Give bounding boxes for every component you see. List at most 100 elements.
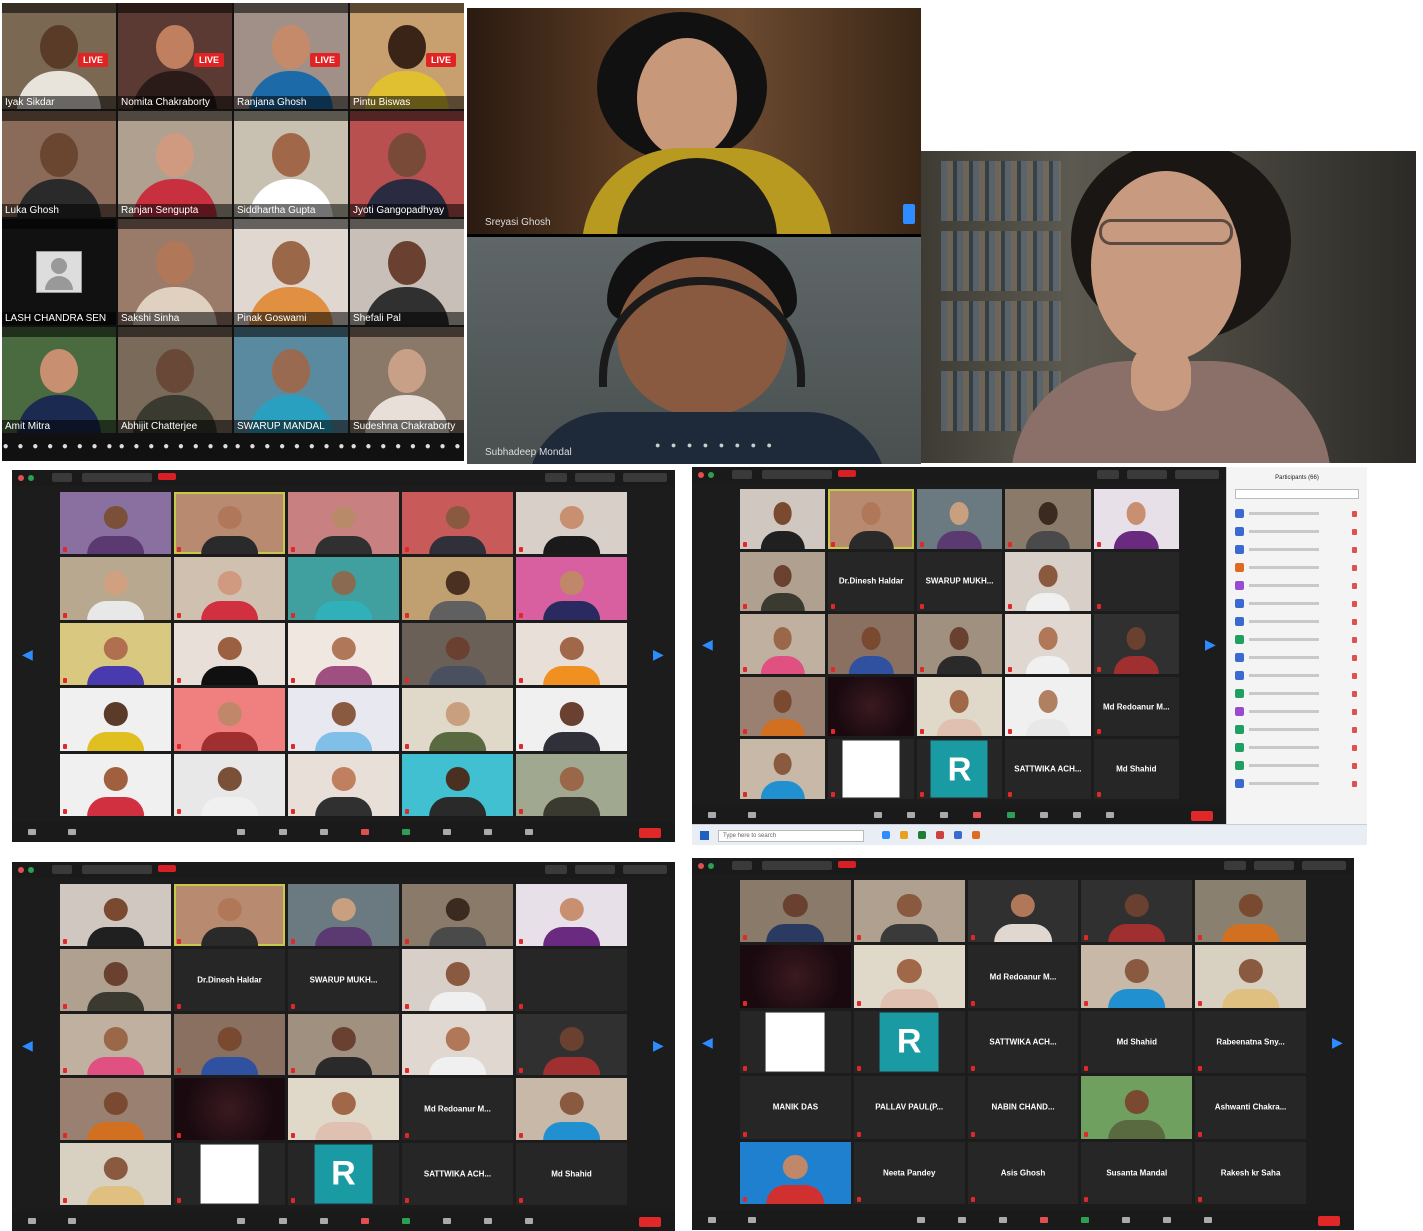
meeting-info-chip[interactable] <box>762 470 832 479</box>
participant-tile[interactable] <box>174 688 285 751</box>
taskbar-app-icon[interactable] <box>900 831 908 839</box>
record-icon[interactable] <box>1039 812 1048 818</box>
taskbar-app-icon[interactable] <box>882 831 890 839</box>
participant-tile[interactable] <box>288 688 399 751</box>
security-icon[interactable] <box>917 1217 926 1223</box>
participant-tile[interactable] <box>60 557 171 620</box>
next-page-arrow-icon[interactable]: ▶ <box>653 646 664 663</box>
mute-icon[interactable] <box>708 812 716 818</box>
participant-tile[interactable] <box>516 1078 627 1141</box>
meeting-info-chip[interactable] <box>52 473 72 482</box>
share-screen-icon[interactable] <box>1081 1217 1090 1223</box>
participant-tile[interactable] <box>60 1013 171 1076</box>
participant-tile[interactable] <box>174 1143 285 1205</box>
participant-tile[interactable]: Md Redoanur M... <box>967 945 1079 1008</box>
polls-icon[interactable] <box>940 812 949 818</box>
participant-tile[interactable] <box>60 622 171 686</box>
participant-tile[interactable] <box>516 948 627 1011</box>
participants-icon[interactable] <box>278 829 287 835</box>
participant-tile[interactable] <box>516 1013 627 1076</box>
view-control-button[interactable] <box>575 865 615 874</box>
polls-icon[interactable] <box>319 1218 328 1224</box>
participant-tile[interactable] <box>60 1143 171 1205</box>
meeting-info-chip[interactable] <box>52 865 72 874</box>
participant-tile[interactable] <box>174 884 285 946</box>
participant-tile[interactable]: SATTWIKA ACH... <box>1005 739 1091 799</box>
participant-list-item[interactable] <box>1227 523 1367 541</box>
participant-tile[interactable]: Susanta Mandal <box>1081 1141 1193 1204</box>
prev-page-arrow-icon[interactable]: ◀ <box>702 636 713 653</box>
participant-tile[interactable] <box>516 622 627 686</box>
participant-tile[interactable] <box>60 492 171 555</box>
participant-tile[interactable] <box>402 557 513 620</box>
participant-tile[interactable] <box>828 739 914 799</box>
reactions-icon[interactable] <box>1072 812 1081 818</box>
participant-list-item[interactable] <box>1227 721 1367 739</box>
more-icon[interactable] <box>1106 812 1115 818</box>
participant-list-item[interactable] <box>1227 541 1367 559</box>
participant-tile[interactable] <box>288 753 399 816</box>
mute-icon[interactable] <box>708 1217 716 1223</box>
participant-tile[interactable] <box>1005 489 1091 549</box>
participant-tile[interactable]: R <box>916 739 1003 799</box>
more-icon[interactable] <box>1204 1217 1213 1223</box>
security-icon[interactable] <box>873 812 882 818</box>
end-meeting-button[interactable] <box>639 1217 661 1227</box>
reactions-icon[interactable] <box>484 1218 493 1224</box>
participant-tile[interactable] <box>740 1010 851 1074</box>
participant-tile[interactable]: SATTWIKA ACH... <box>967 1010 1079 1074</box>
participant-tile[interactable] <box>853 880 965 943</box>
participant-tile[interactable] <box>402 492 513 555</box>
participant-tile[interactable] <box>60 884 171 946</box>
view-control-button[interactable] <box>1097 470 1119 479</box>
participant-tile[interactable] <box>1005 551 1091 612</box>
next-page-arrow-icon[interactable]: ▶ <box>1332 1034 1343 1051</box>
participant-tile[interactable] <box>174 622 285 686</box>
video-icon[interactable] <box>68 829 76 835</box>
participant-tile[interactable] <box>916 676 1003 737</box>
participant-tile[interactable] <box>1081 945 1193 1008</box>
view-control-button[interactable] <box>1127 470 1167 479</box>
participant-list-item[interactable] <box>1227 703 1367 721</box>
participant-tile[interactable] <box>402 948 513 1011</box>
participant-list-item[interactable] <box>1227 595 1367 613</box>
end-meeting-button[interactable] <box>1318 1216 1340 1226</box>
participant-tile[interactable] <box>916 489 1003 549</box>
prev-page-arrow-icon[interactable]: ◀ <box>22 646 33 663</box>
participant-list-item[interactable] <box>1227 757 1367 775</box>
meeting-info-chip[interactable] <box>82 473 152 482</box>
share-screen-icon[interactable] <box>401 1218 410 1224</box>
participant-tile[interactable] <box>288 557 399 620</box>
participant-tile[interactable] <box>740 880 851 943</box>
participant-tile[interactable] <box>740 614 826 674</box>
participant-tile[interactable]: Md Redoanur M... <box>1093 676 1179 737</box>
participant-tile[interactable] <box>288 492 399 555</box>
prev-page-arrow-icon[interactable]: ◀ <box>22 1037 33 1054</box>
participant-tile[interactable] <box>402 753 513 816</box>
security-icon[interactable] <box>237 829 246 835</box>
participant-tile[interactable] <box>1195 945 1306 1008</box>
end-meeting-button[interactable] <box>639 828 661 838</box>
participants-icon[interactable] <box>958 1217 967 1223</box>
taskbar-search-input[interactable]: Type here to search <box>718 830 864 842</box>
participant-list-item[interactable] <box>1227 631 1367 649</box>
participant-list-item[interactable] <box>1227 685 1367 703</box>
participant-tile[interactable]: Dr.Dinesh Haldar <box>828 551 914 612</box>
participant-tile[interactable]: Md Redoanur M... <box>402 1078 513 1141</box>
participant-list-item[interactable] <box>1227 775 1367 793</box>
participant-tile[interactable] <box>60 948 171 1011</box>
participant-tile[interactable] <box>828 676 914 737</box>
participant-tile[interactable] <box>402 622 513 686</box>
participant-tile[interactable] <box>916 614 1003 674</box>
chat-icon[interactable] <box>360 829 369 835</box>
participant-tile[interactable] <box>1081 1076 1193 1139</box>
participant-tile[interactable] <box>516 753 627 816</box>
participant-tile[interactable]: PALLAV PAUL(P... <box>853 1076 965 1139</box>
view-control-button[interactable] <box>545 473 567 482</box>
participant-tile[interactable] <box>1195 880 1306 943</box>
participant-tile[interactable]: Ashwanti Chakra... <box>1195 1076 1306 1139</box>
participant-tile[interactable] <box>174 1013 285 1076</box>
participant-tile[interactable] <box>516 884 627 946</box>
taskbar-app-icon[interactable] <box>972 831 980 839</box>
start-menu-icon[interactable] <box>700 831 709 840</box>
